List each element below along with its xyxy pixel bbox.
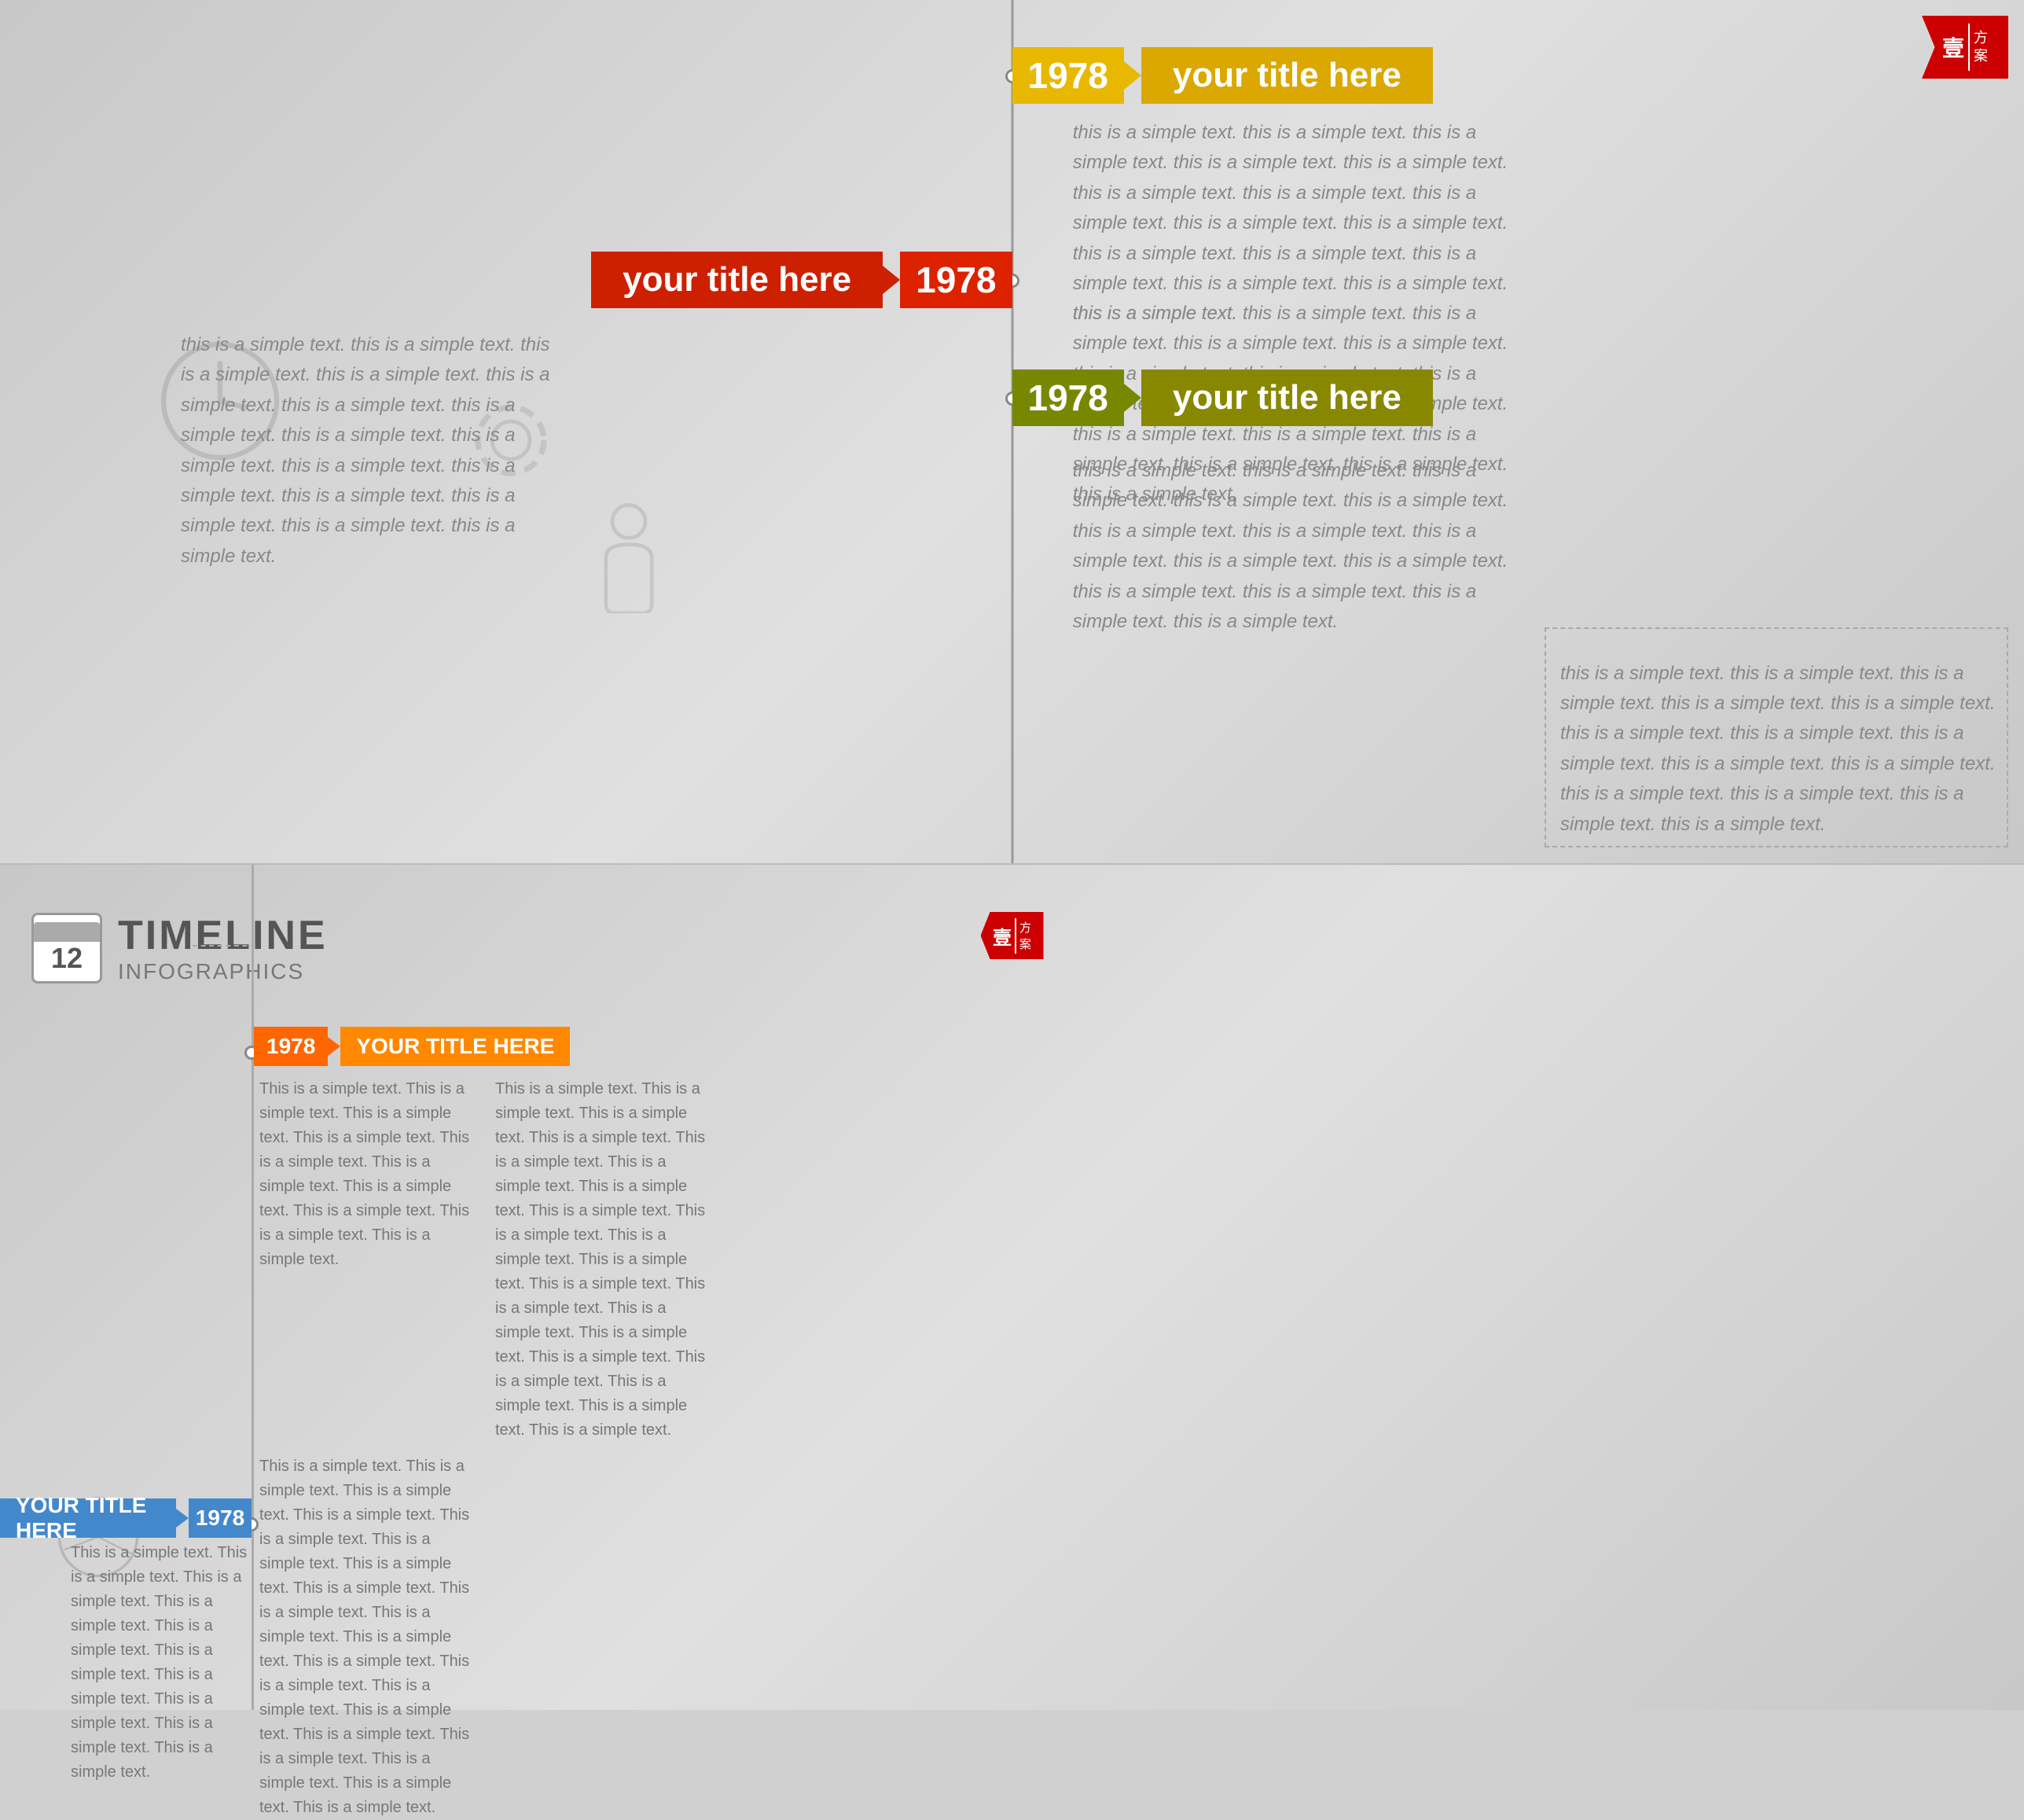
timeline-item-2: your title here 1978	[591, 252, 1012, 308]
bottom-badge-divider	[1015, 918, 1016, 954]
person-icon	[590, 503, 684, 621]
bottom-connector-1	[328, 1037, 340, 1056]
bottom-body-1: This is a simple text. This is a simple …	[259, 1077, 479, 1272]
logo-area: 12 TIMELINE INFOGRAPHICS	[31, 912, 328, 984]
timeline-item-1: 1978 your title here	[1012, 47, 1433, 104]
bottom-item-1: 1978 YOUR TITLE HERE	[254, 1027, 570, 1066]
bottom-year-1: 1978	[254, 1027, 328, 1066]
bottom-body-left: This is a simple text. This is a simple …	[71, 1541, 252, 1785]
year-badge-1: 1978	[1012, 47, 1124, 104]
corner-badge-top: 壹 方 案	[1922, 16, 2008, 79]
corner-badge-char: 壹	[1942, 31, 1964, 63]
logo-connector	[193, 945, 255, 947]
timeline-line-bottom	[252, 865, 254, 1710]
calendar-date: 12	[51, 942, 83, 975]
gear-icon	[464, 393, 558, 487]
bottom-body-right-mid: This is a simple text. This is a simple …	[259, 1454, 479, 1820]
badge-divider	[1968, 24, 1970, 71]
body-text-right-bot: this is a simple text. this is a simple …	[1073, 456, 1529, 637]
bottom-section: 12 TIMELINE INFOGRAPHICS 壹 方 案 1978 YOUR…	[0, 865, 2024, 1710]
connector-1	[1124, 61, 1141, 90]
bottom-title-1: YOUR TITLE HERE	[340, 1027, 570, 1066]
connector-3	[1124, 384, 1141, 412]
timeline-item-3: 1978 your title here	[1012, 370, 1433, 426]
title-label-2: your title here	[591, 252, 883, 308]
title-label-3: your title here	[1141, 370, 1433, 426]
year-badge-3: 1978	[1012, 370, 1124, 426]
logo-text: TIMELINE INFOGRAPHICS	[118, 912, 328, 984]
corner-badge-line1: 方	[1974, 29, 1988, 47]
logo-title: TIMELINE	[118, 912, 328, 959]
bottom-connector-2-a	[176, 1509, 189, 1528]
corner-badge-bottom: 壹 方 案	[981, 912, 1044, 959]
title-label-1: your title here	[1141, 47, 1433, 104]
bottom-badge-line1: 方	[1019, 919, 1031, 936]
bottom-badge-line2: 案	[1019, 936, 1031, 952]
logo-subtitle: INFOGRAPHICS	[118, 959, 328, 984]
bottom-item-2: YOUR TITLE HERE 1978	[0, 1498, 252, 1538]
bottom-title-2: YOUR TITLE HERE	[0, 1498, 176, 1538]
top-section: 壹 方 案 1978 your title here this is a sim…	[0, 0, 2024, 865]
calendar-icon: 12	[31, 913, 102, 984]
bottom-badge-char: 壹	[993, 922, 1012, 950]
body-text-box: this is a simple text. this is a simple …	[1560, 659, 2000, 840]
bottom-body-right: This is a simple text. This is a simple …	[495, 1077, 715, 1443]
calendar-top-bar	[34, 922, 100, 942]
year-badge-2: 1978	[900, 252, 1012, 308]
timeline-line-top	[1011, 0, 1013, 863]
corner-badge-line2: 案	[1974, 47, 1988, 65]
body-text-1: this is a simple text. this is a simple …	[1073, 118, 1529, 329]
connector-2	[883, 266, 900, 294]
bottom-year-2: 1978	[189, 1498, 252, 1538]
